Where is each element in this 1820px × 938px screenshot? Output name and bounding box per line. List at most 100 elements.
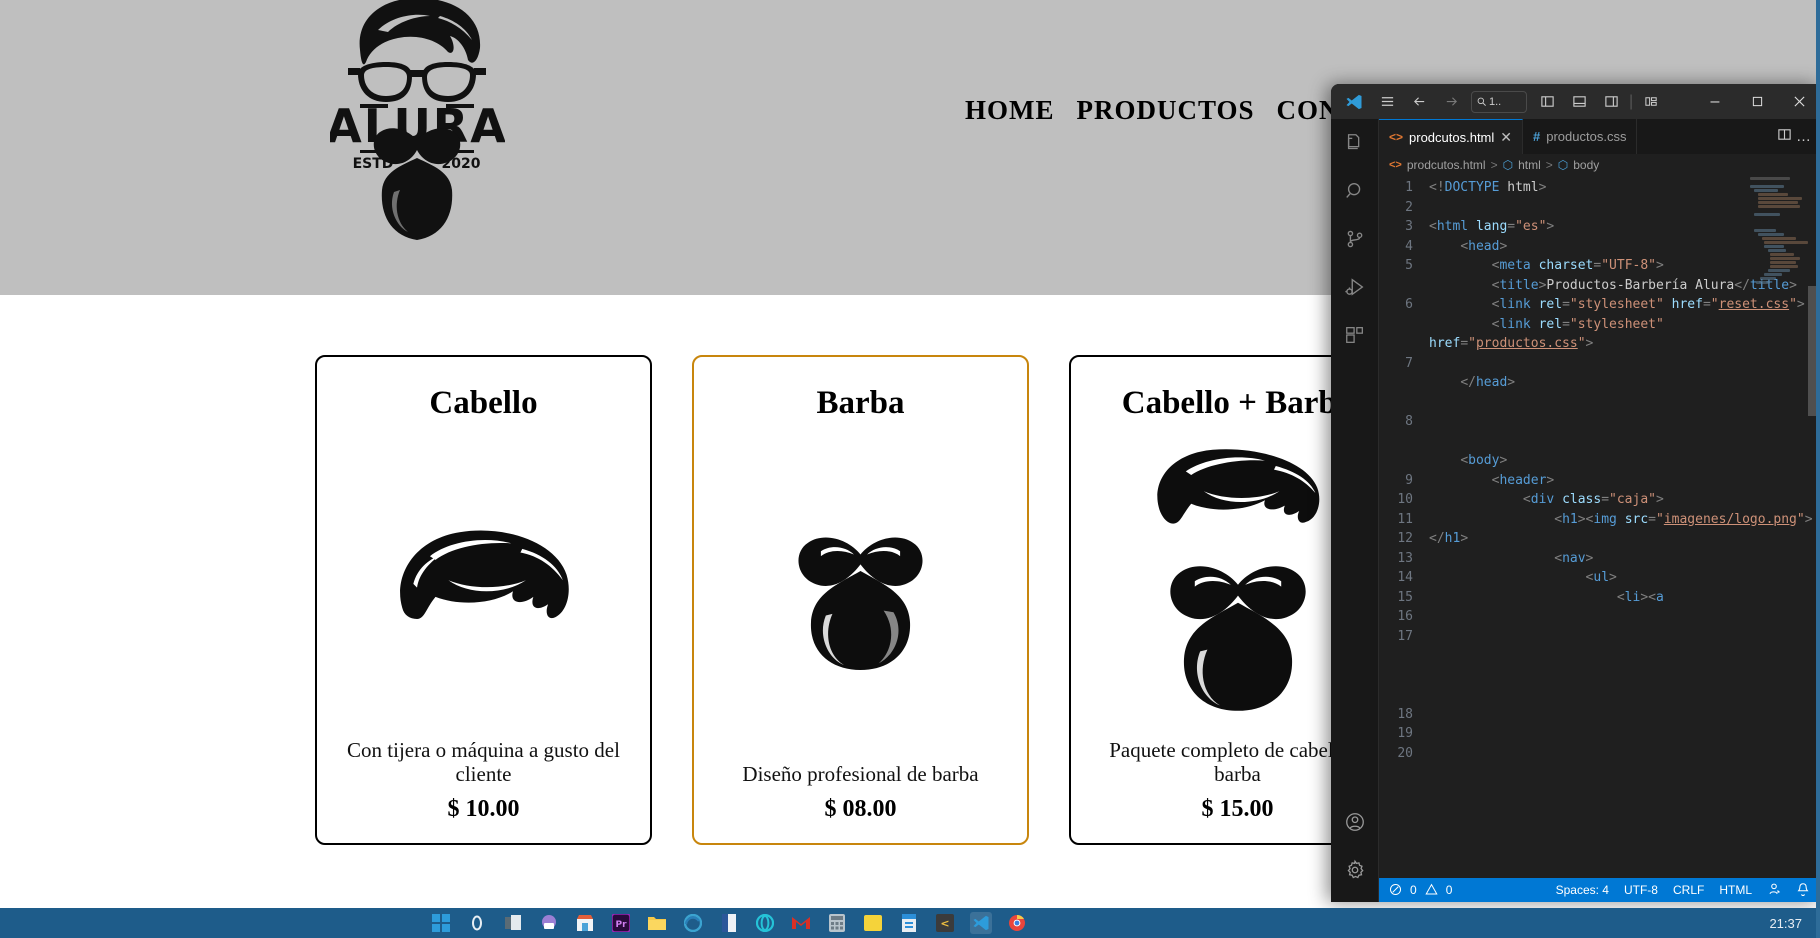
svg-text:Pr: Pr (615, 920, 627, 930)
breadcrumb-item-file[interactable]: prodcutos.html (1407, 158, 1486, 172)
extensions-icon[interactable] (1331, 311, 1379, 359)
line-number: 8 (1405, 414, 1413, 429)
run-and-debug-icon[interactable] (1331, 263, 1379, 311)
search-icon[interactable] (1331, 167, 1379, 215)
card-price: $ 08.00 (824, 796, 897, 822)
windows-taskbar: Pr < 21:37 (0, 908, 1820, 938)
vscode-status-bar: 0 0 Spaces: 4 UTF-8 CRLF HTML (1379, 878, 1820, 902)
line-number: 18 (1397, 706, 1413, 722)
line-number: 7 (1405, 355, 1413, 371)
more-actions-icon[interactable]: … (1796, 128, 1812, 145)
toggle-primary-sidebar-icon[interactable] (1531, 87, 1563, 117)
status-language-mode[interactable]: HTML (1719, 883, 1752, 897)
status-problems[interactable]: 0 0 (1389, 883, 1452, 897)
line-number: 16 (1397, 609, 1413, 624)
card-price: $ 15.00 (1201, 796, 1274, 822)
nav-link-home[interactable]: HOME (965, 95, 1055, 126)
warning-count: 0 (1445, 883, 1453, 897)
breadcrumb-item-html[interactable]: html (1518, 158, 1541, 172)
gmail-icon[interactable] (790, 912, 812, 934)
line-number: 13 (1397, 550, 1413, 566)
hair-beard-icon (1156, 449, 1319, 711)
line-number: 1 (1405, 180, 1413, 195)
minimize-button[interactable]: – (1694, 84, 1736, 119)
css-file-icon: # (1533, 129, 1541, 144)
tab-productos-css[interactable]: # productos.css (1523, 119, 1638, 154)
tab-prodcutos-html[interactable]: <> prodcutos.html ✕ (1379, 119, 1524, 154)
microsoft-edge-icon[interactable] (682, 912, 704, 934)
taskbar-icons: Pr < (430, 912, 1028, 934)
symbol-cube-icon: ⬡ (1502, 158, 1514, 172)
accounts-icon[interactable] (1331, 798, 1379, 846)
toggle-panel-icon[interactable] (1563, 87, 1595, 117)
site-logo[interactable]: ALURA ESTD 2020 (326, 0, 506, 245)
line-number: 14 (1397, 570, 1413, 585)
card-title: Cabello (429, 385, 538, 421)
account-feedback-icon[interactable] (1767, 882, 1781, 899)
chrome-icon[interactable] (1006, 912, 1028, 934)
maximize-button[interactable] (1736, 84, 1778, 119)
source-control-icon[interactable] (1331, 215, 1379, 263)
explorer-icon[interactable] (1331, 119, 1379, 167)
nav-link-productos[interactable]: PRODUCTOS (1077, 95, 1255, 126)
split-editor-icon[interactable] (1777, 127, 1792, 147)
vscode-titlebar: 1.. | – (1331, 84, 1820, 119)
vscode-icon[interactable] (970, 912, 992, 934)
line-number: 20 (1397, 745, 1413, 761)
code-editor[interactable]: 1 2 3 4 5 6 7 8 9 10 11 12 13 14 15 16 1… (1379, 176, 1820, 878)
microsoft-store-icon[interactable] (574, 912, 596, 934)
close-window-button[interactable] (1778, 84, 1820, 119)
settings-gear-icon[interactable] (1331, 846, 1379, 894)
line-number: 6 (1405, 297, 1413, 312)
copilot-icon[interactable] (538, 912, 560, 934)
site-nav[interactable]: HOME PRODUCTOS CONT (965, 95, 1359, 126)
vscode-window: 1.. | – <> prodcutos.html ✕ # productos.… (1331, 84, 1820, 902)
arrow-left-icon[interactable] (1403, 87, 1435, 117)
tab-label: productos.css (1546, 129, 1627, 144)
editor-minimap[interactable] (1748, 176, 1808, 878)
notifications-bell-icon[interactable] (1796, 882, 1810, 899)
close-tab-icon[interactable]: ✕ (1500, 129, 1512, 146)
hamburger-menu-icon[interactable] (1371, 87, 1403, 117)
line-number: 3 (1405, 219, 1413, 234)
calculator-icon[interactable] (826, 912, 848, 934)
arrow-right-icon[interactable] (1435, 87, 1467, 117)
onedrive-icon[interactable] (898, 912, 920, 934)
start-windows-icon[interactable] (430, 912, 452, 934)
hair-icon (400, 530, 569, 619)
customize-layout-icon[interactable] (1635, 87, 1667, 117)
card-title: Cabello + Barba (1121, 385, 1354, 421)
search-icon[interactable] (466, 912, 488, 934)
brackets-icon[interactable]: < (934, 912, 956, 934)
opera-gx-icon[interactable] (754, 912, 776, 934)
card-figure (339, 428, 628, 738)
line-number: 15 (1397, 589, 1413, 605)
taskbar-clock[interactable]: 21:37 (1769, 916, 1802, 931)
product-card-barba[interactable]: Barba Diseño profesional de barba $ 08.0… (692, 355, 1029, 845)
breadcrumb-item-body[interactable]: body (1573, 158, 1599, 172)
error-circle-icon (1389, 883, 1402, 897)
word-icon[interactable] (718, 912, 740, 934)
desktop-right-edge (1816, 0, 1820, 938)
command-center-search[interactable]: 1.. (1471, 90, 1527, 113)
task-view-icon[interactable] (502, 912, 524, 934)
error-count: 0 (1410, 883, 1417, 897)
status-encoding[interactable]: UTF-8 (1624, 883, 1658, 897)
card-figure (716, 428, 1005, 762)
html-file-icon: <> (1389, 159, 1402, 171)
premiere-pro-icon[interactable]: Pr (610, 912, 632, 934)
status-indentation[interactable]: Spaces: 4 (1556, 883, 1609, 897)
toggle-secondary-sidebar-icon[interactable] (1595, 87, 1627, 117)
product-card-cabello[interactable]: Cabello Con tijera o máquina a gusto del… (315, 355, 652, 845)
line-number-gutter: 1 2 3 4 5 6 7 8 9 10 11 12 13 14 15 16 1… (1379, 178, 1421, 763)
line-number: 11 (1397, 511, 1413, 527)
status-eol[interactable]: CRLF (1673, 883, 1704, 897)
warning-triangle-icon (1425, 883, 1438, 897)
vscode-activity-bar (1331, 119, 1379, 902)
card-title: Barba (816, 385, 905, 421)
titlebar-divider: | (1629, 92, 1634, 110)
file-explorer-icon[interactable] (646, 912, 668, 934)
line-number: 9 (1405, 472, 1413, 488)
notes-icon[interactable] (862, 912, 884, 934)
alura-barber-logo-icon: ALURA ESTD 2020 (326, 0, 506, 240)
